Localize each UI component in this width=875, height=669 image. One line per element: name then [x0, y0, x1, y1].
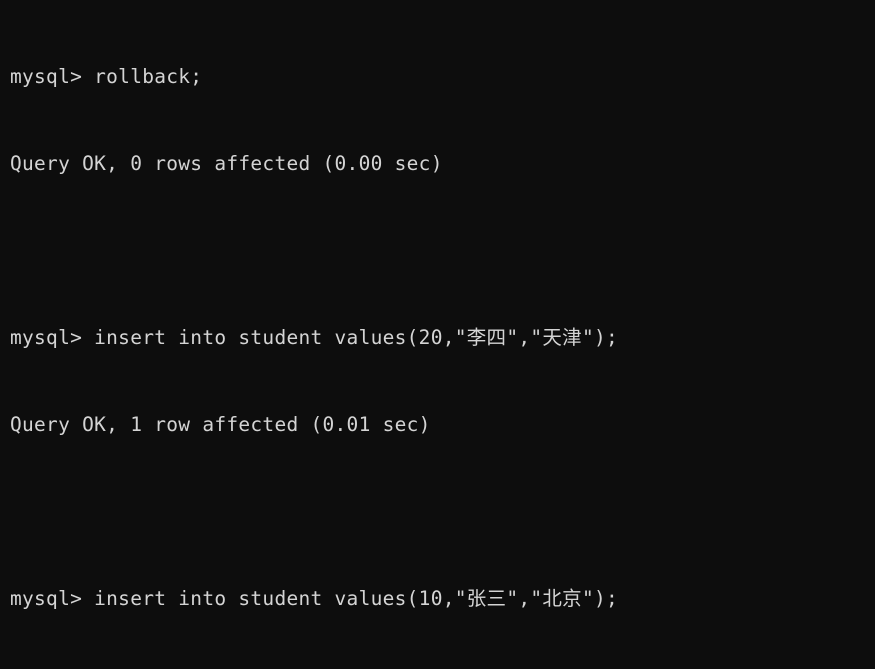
terminal-line: mysql> rollback;: [10, 65, 203, 88]
terminal-line: mysql> insert into student values(10,"张三…: [10, 587, 618, 610]
terminal-line: mysql> insert into student values(20,"李四…: [10, 326, 618, 349]
terminal-line: Query OK, 0 rows affected (0.00 sec): [10, 152, 443, 175]
terminal-line: Query OK, 1 row affected (0.01 sec): [10, 413, 431, 436]
terminal-screen[interactable]: mysql> rollback; Query OK, 0 rows affect…: [0, 0, 875, 669]
